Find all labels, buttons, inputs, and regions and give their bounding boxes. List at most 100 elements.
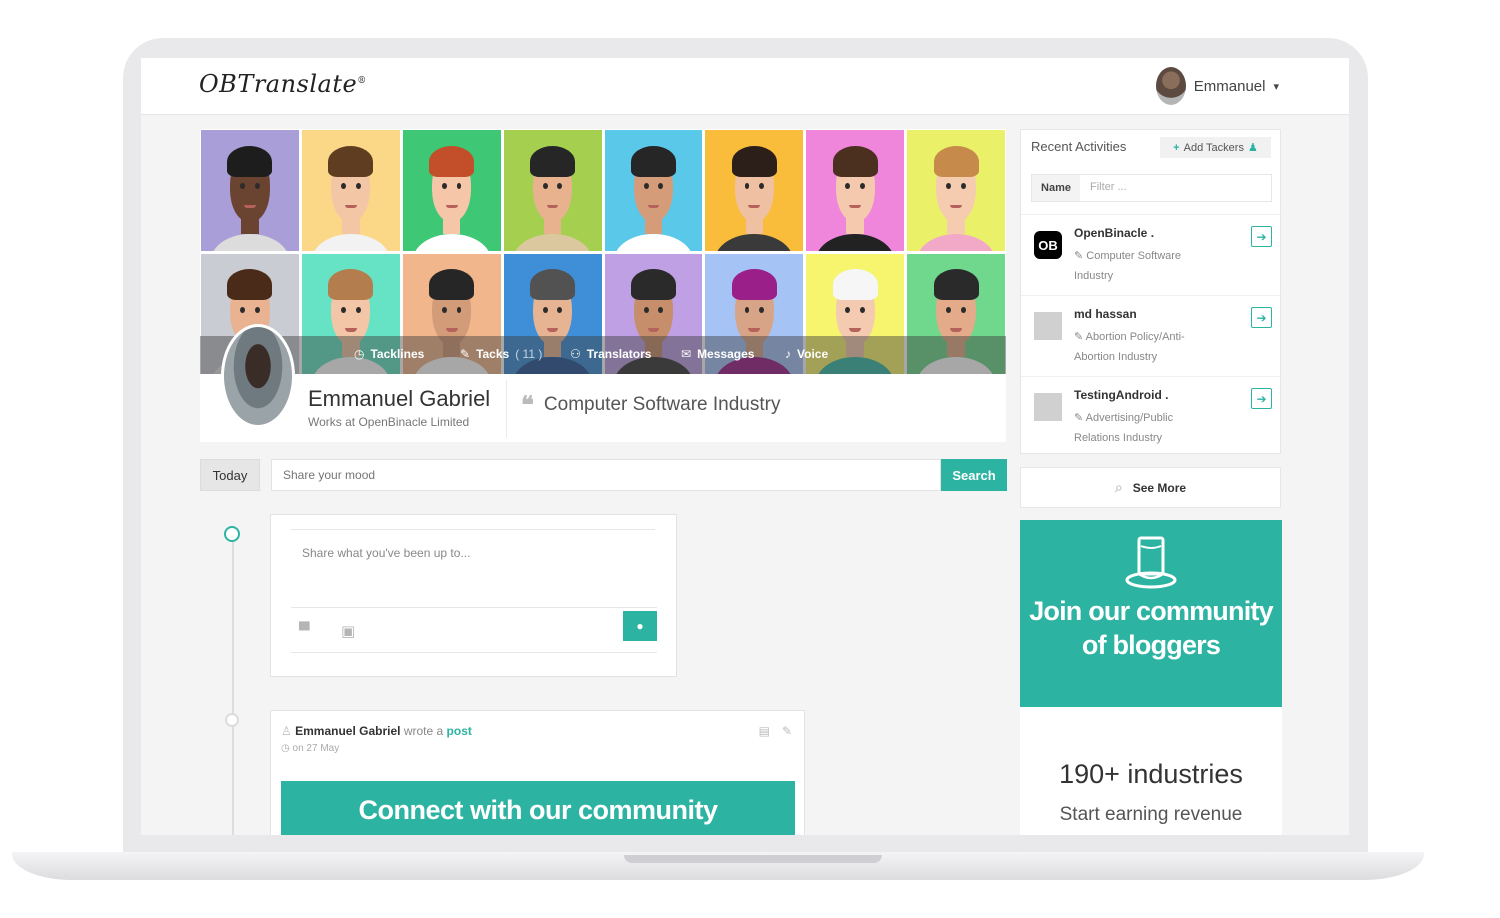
top-hat-icon (1125, 536, 1177, 589)
compose-textarea[interactable]: Share what you've been up to... (291, 529, 655, 607)
avatar-eye (845, 306, 851, 313)
tab-tacks[interactable]: ✎ Tacks( 11 ) (460, 347, 542, 361)
avatar-eye (456, 306, 462, 313)
cover-avatar-tile (806, 130, 905, 251)
activity-name[interactable]: OpenBinacle . (1074, 226, 1154, 240)
timeline-line (232, 534, 234, 835)
panel-title: Recent Activities (1031, 139, 1127, 154)
avatar-hair (429, 269, 475, 301)
avatar-eye (860, 306, 865, 313)
registered-mark: ® (357, 76, 367, 86)
avatar-shirt (513, 233, 592, 251)
avatar-eye (542, 183, 548, 190)
open-arrow-button[interactable]: ➔ (1251, 388, 1272, 409)
tab-translators[interactable]: ⚇ Translators (570, 347, 651, 361)
clock-icon: ◷ (281, 743, 290, 754)
company-logo-placeholder (1034, 312, 1062, 340)
mood-input[interactable] (271, 459, 941, 491)
comment-icon[interactable]: ▀ (299, 622, 310, 639)
post-card: ♙ Emmanuel Gabriel wrote a post ◷ on 27 … (270, 710, 805, 835)
image-icon[interactable]: ▣ (341, 622, 355, 640)
avatar-hair (328, 269, 374, 301)
app-screen: OBTranslate® Emmanuel ▾ ◷ Tacklines ✎ Tack… (141, 58, 1349, 835)
envelope-icon: ✉ (681, 347, 692, 361)
user-name: Emmanuel (1193, 77, 1266, 95)
clock-icon: ◷ (354, 347, 365, 361)
avatar-eye (441, 183, 447, 190)
profile-avatar[interactable] (221, 324, 295, 428)
open-arrow-button[interactable]: ➔ (1251, 307, 1272, 328)
send-button[interactable]: ● (623, 611, 657, 641)
arrow-right-icon: ➔ (1256, 229, 1267, 244)
recent-activities-panel: Recent Activities + Add Tackers ♟ Name F… (1020, 129, 1282, 457)
avatar-mouth (344, 204, 357, 209)
timeline-dot-active (224, 526, 240, 542)
pencil-icon[interactable]: ✎ (782, 724, 792, 738)
cover-avatar-tile (705, 130, 804, 251)
see-more-button[interactable]: ⌕ See More (1020, 467, 1281, 508)
open-arrow-button[interactable]: ➔ (1251, 226, 1272, 247)
cover-avatar-tile (907, 130, 1005, 251)
avatar-mouth (445, 328, 458, 332)
avatar (1155, 67, 1186, 105)
join-community-banner[interactable]: Join our community of bloggers (1020, 520, 1282, 707)
filter-input[interactable]: Filter ... (1080, 175, 1271, 201)
list-item[interactable]: TestingAndroid . ✎ Advertising/Public Re… (1021, 376, 1282, 457)
top-navbar: OBTranslate® Emmanuel ▾ (141, 58, 1349, 115)
add-trackers-button[interactable]: + Add Tackers ♟ (1160, 137, 1271, 158)
arrow-right-icon: ➔ (1256, 310, 1267, 325)
post-type-link[interactable]: post (447, 724, 472, 738)
profile-employer: Works at OpenBinacle Limited (308, 415, 470, 429)
search-button[interactable]: Search (941, 459, 1007, 491)
user-menu[interactable]: Emmanuel ▾ (1155, 67, 1279, 105)
activity-name[interactable]: TestingAndroid . (1074, 388, 1168, 402)
avatar-eye (341, 183, 346, 190)
post-verb: wrote a (403, 724, 444, 738)
list-item[interactable]: OB OpenBinacle . ✎ Computer Software Ind… (1021, 214, 1282, 295)
avatar-eye (744, 306, 750, 313)
cover-avatar-tile (402, 130, 501, 251)
activity-industry: ✎ Advertising/Public Relations Industry (1074, 412, 1174, 444)
avatar-eye (643, 183, 649, 190)
filter-label[interactable]: Name (1032, 175, 1080, 201)
tacks-count: ( 11 ) (515, 347, 543, 361)
pin-icon: ✎ (1074, 412, 1084, 424)
avatar-hair (933, 269, 979, 301)
pin-icon: ✎ (1074, 250, 1084, 262)
company-logo-placeholder (1034, 393, 1062, 421)
today-button[interactable]: Today (200, 459, 260, 491)
activity-name[interactable]: md hassan (1074, 307, 1137, 321)
post-date: ◷ on 27 May (281, 743, 340, 754)
profile-industry: ❝ Computer Software Industry (521, 390, 780, 419)
lock-icon[interactable]: ▤ (759, 724, 770, 738)
microphone-icon: ♪ (785, 347, 791, 361)
user-icon: ♙ (281, 724, 292, 738)
avatar-eye (240, 306, 246, 313)
avatar-shirt (916, 233, 996, 251)
tab-tacklines[interactable]: ◷ Tacklines (354, 347, 424, 361)
avatar-eye (658, 306, 664, 313)
avatar-eye (254, 183, 260, 190)
avatar-mouth (849, 328, 862, 332)
stats-card: 190+ industries Start earning revenue (1020, 707, 1282, 835)
post-header: ♙ Emmanuel Gabriel wrote a post (281, 724, 472, 738)
tab-voice[interactable]: ♪ Voice (785, 347, 828, 361)
avatar-hair (227, 269, 273, 301)
avatar-shirt (614, 233, 693, 251)
user-icon: ♟ (1247, 142, 1258, 154)
avatar-hair (832, 269, 878, 301)
laptop-notch (624, 855, 882, 863)
avatar-hair (731, 269, 777, 301)
timeline-dot (225, 713, 239, 727)
tab-messages[interactable]: ✉ Messages (681, 347, 754, 361)
avatar-eye (946, 306, 952, 313)
stats-tagline: Start earning revenue (1059, 804, 1243, 825)
profile-name[interactable]: Emmanuel Gabriel (308, 386, 490, 412)
company-logo: OB (1034, 231, 1062, 259)
avatar-eye (643, 306, 649, 313)
list-item[interactable]: md hassan ✎ Abortion Policy/Anti-Abortio… (1021, 295, 1282, 376)
brand-logo[interactable]: OBTranslate® (199, 70, 367, 98)
post-author[interactable]: Emmanuel Gabriel (295, 724, 400, 738)
avatar-shirt (311, 233, 390, 251)
avatar-hair (227, 145, 273, 177)
